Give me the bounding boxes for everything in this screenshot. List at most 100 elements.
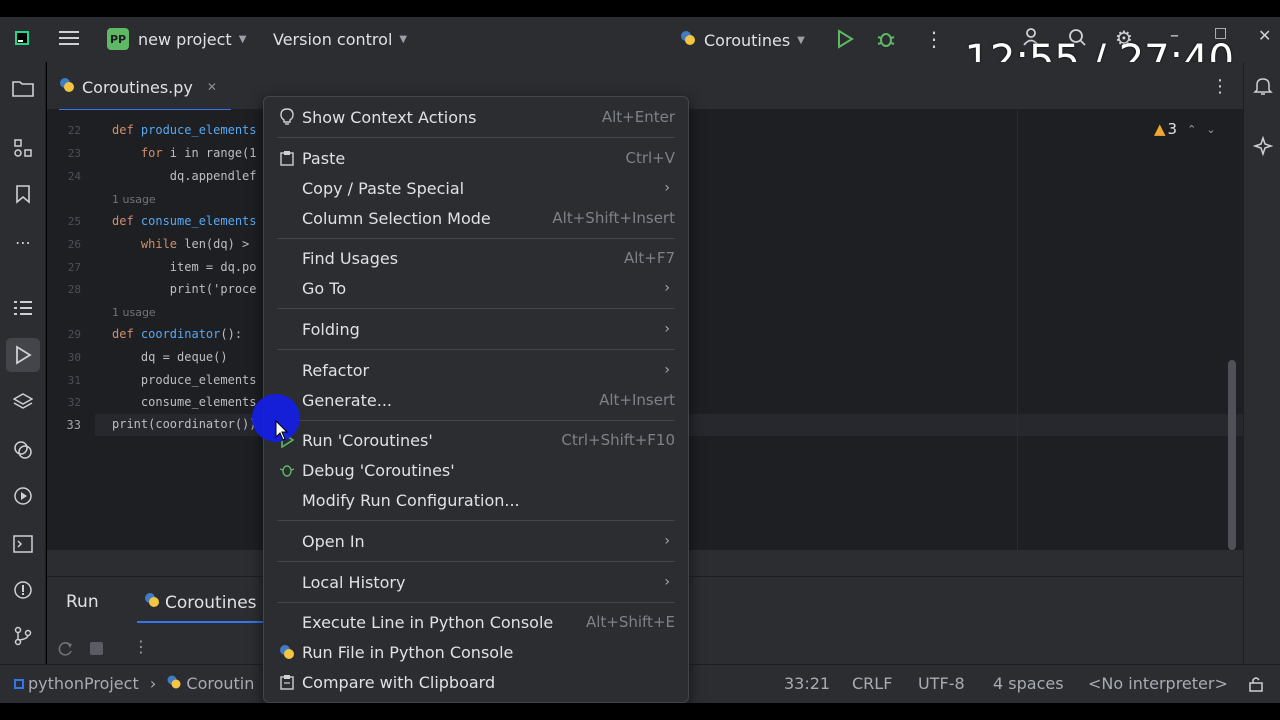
app-logo-icon[interactable] [14, 30, 30, 46]
line-number-current: 33 [66, 418, 81, 432]
compare-icon [278, 673, 296, 691]
tab-coroutines-py[interactable]: Coroutines.py ✕ [59, 72, 231, 111]
submenu-arrow-icon: › [664, 574, 670, 590]
line-number: 27 [67, 261, 81, 274]
python-packages-icon[interactable] [11, 438, 35, 462]
layers-icon[interactable] [11, 390, 35, 414]
more-actions-icon[interactable]: ⋮ [924, 27, 944, 51]
code-line: print('proce [112, 282, 257, 296]
run-tool-icon[interactable] [6, 338, 40, 372]
menu-separator [277, 137, 675, 138]
menu-item-modify-run-configuration[interactable]: Modify Run Configuration... [264, 485, 688, 515]
breadcrumb: pythonProject › Coroutin [14, 674, 254, 693]
more-tools-icon[interactable]: ⋯ [11, 230, 35, 254]
menu-item-local-history[interactable]: Local History › [264, 567, 688, 597]
breadcrumb-separator-icon: › [149, 674, 157, 693]
warning-count: 3 [1167, 120, 1178, 138]
services-icon[interactable] [11, 484, 35, 508]
code-line: dq = deque() [112, 350, 228, 364]
editor-scrollbar[interactable] [1228, 360, 1236, 550]
menu-item-paste[interactable]: Paste Ctrl+V [264, 143, 688, 173]
problems-icon[interactable] [11, 578, 35, 602]
mouse-pointer-icon [275, 419, 289, 446]
menu-item-show-context-actions[interactable]: Show Context Actions Alt+Enter [264, 102, 688, 132]
bookmark-icon[interactable] [11, 182, 35, 206]
menu-item-run-file-in-console[interactable]: Run File in Python Console [264, 637, 688, 667]
clipboard-icon [278, 149, 296, 167]
title-bar: PP new project ▼ Version control ▼ Corou… [0, 17, 1280, 83]
tab-options-icon[interactable]: ⋮ [1211, 76, 1229, 97]
menu-item-run-coroutines[interactable]: Run 'Coroutines' Ctrl+Shift+F10 [264, 425, 688, 455]
run-tab-indicator [137, 621, 263, 623]
rerun-icon[interactable] [56, 640, 74, 662]
usage-hint[interactable]: 1 usage [112, 306, 156, 319]
breadcrumb-file[interactable]: Coroutin [186, 674, 254, 693]
todo-list-icon[interactable] [11, 296, 35, 320]
code-line: for i in range(1 [112, 146, 257, 160]
menu-separator [277, 561, 675, 562]
submenu-arrow-icon: › [664, 321, 670, 337]
left-tool-strip: ⋯ [0, 62, 46, 703]
code-line: def produce_elements [112, 123, 257, 137]
chevron-up-icon[interactable]: ⌃ [1187, 123, 1196, 136]
main-menu-icon[interactable] [58, 28, 80, 48]
debug-icon [278, 461, 296, 479]
interpreter-selector[interactable]: <No interpreter> [1088, 674, 1228, 693]
menu-separator [277, 420, 675, 421]
code-line: consume_elements [112, 395, 257, 409]
line-number: 23 [67, 147, 81, 160]
menu-item-column-selection-mode[interactable]: Column Selection Mode Alt+Shift+Insert [264, 203, 688, 233]
project-selector[interactable]: PP new project ▼ [107, 28, 246, 50]
line-number: 31 [67, 374, 81, 387]
menu-item-folding[interactable]: Folding › [264, 314, 688, 344]
menu-item-debug-coroutines[interactable]: Debug 'Coroutines' [264, 455, 688, 485]
run-options-icon[interactable]: ⋮ [133, 637, 149, 656]
stop-icon[interactable] [90, 642, 103, 655]
usage-hint[interactable]: 1 usage [112, 193, 156, 206]
menu-separator [277, 308, 675, 309]
run-tab-label: Coroutines [165, 592, 257, 613]
line-number: 30 [67, 351, 81, 364]
chevron-down-icon[interactable]: ⌄ [1206, 123, 1215, 136]
close-icon[interactable]: ✕ [1258, 26, 1271, 45]
close-tab-icon[interactable]: ✕ [207, 80, 217, 94]
indent-setting[interactable]: 4 spaces [993, 674, 1064, 693]
lock-icon[interactable] [1248, 676, 1264, 696]
breadcrumb-project[interactable]: pythonProject [28, 674, 139, 693]
menu-item-refactor[interactable]: Refactor › [264, 355, 688, 385]
menu-item-execute-line-in-console[interactable]: Execute Line in Python Console Alt+Shift… [264, 607, 688, 637]
run-config-label: Coroutines [704, 30, 791, 50]
run-icon[interactable] [836, 29, 854, 53]
submenu-arrow-icon: › [664, 180, 670, 196]
file-encoding[interactable]: UTF-8 [918, 674, 965, 693]
project-badge: PP [107, 28, 129, 50]
menu-separator [277, 602, 675, 603]
terminal-icon[interactable] [11, 532, 35, 556]
notifications-bell-icon[interactable] [1253, 76, 1273, 100]
git-icon[interactable] [11, 624, 35, 648]
line-number: 28 [67, 283, 81, 296]
inspection-widget[interactable]: ▲ 3 ⌃ ⌄ [1154, 120, 1216, 138]
submenu-arrow-icon: › [664, 533, 670, 549]
code-line: dq.appendlef [112, 169, 257, 183]
menu-item-find-usages[interactable]: Find Usages Alt+F7 [264, 243, 688, 273]
vcs-selector[interactable]: Version control ▼ [273, 30, 407, 49]
run-tab-coroutines[interactable]: Coroutines [144, 592, 257, 613]
run-config-selector[interactable]: Coroutines ▼ [680, 30, 805, 50]
project-folder-icon[interactable] [11, 76, 35, 100]
menu-item-generate[interactable]: Generate... Alt+Insert [264, 385, 688, 415]
chevron-down-icon: ▼ [238, 33, 247, 45]
structure-icon[interactable] [11, 136, 35, 160]
menu-item-go-to[interactable]: Go To › [264, 273, 688, 303]
menu-item-compare-with-clipboard[interactable]: Compare with Clipboard [264, 667, 688, 697]
debug-icon[interactable] [876, 29, 896, 53]
menu-item-open-in[interactable]: Open In › [264, 526, 688, 556]
ai-assistant-icon[interactable] [1252, 135, 1274, 160]
line-separator[interactable]: CRLF [852, 674, 892, 693]
right-margin-guide [1017, 110, 1018, 550]
caret-position[interactable]: 33:21 [784, 674, 830, 693]
project-name: new project [138, 29, 232, 49]
python-icon [278, 643, 296, 661]
video-letterbox-top [0, 0, 1280, 17]
menu-item-copy-paste-special[interactable]: Copy / Paste Special › [264, 173, 688, 203]
